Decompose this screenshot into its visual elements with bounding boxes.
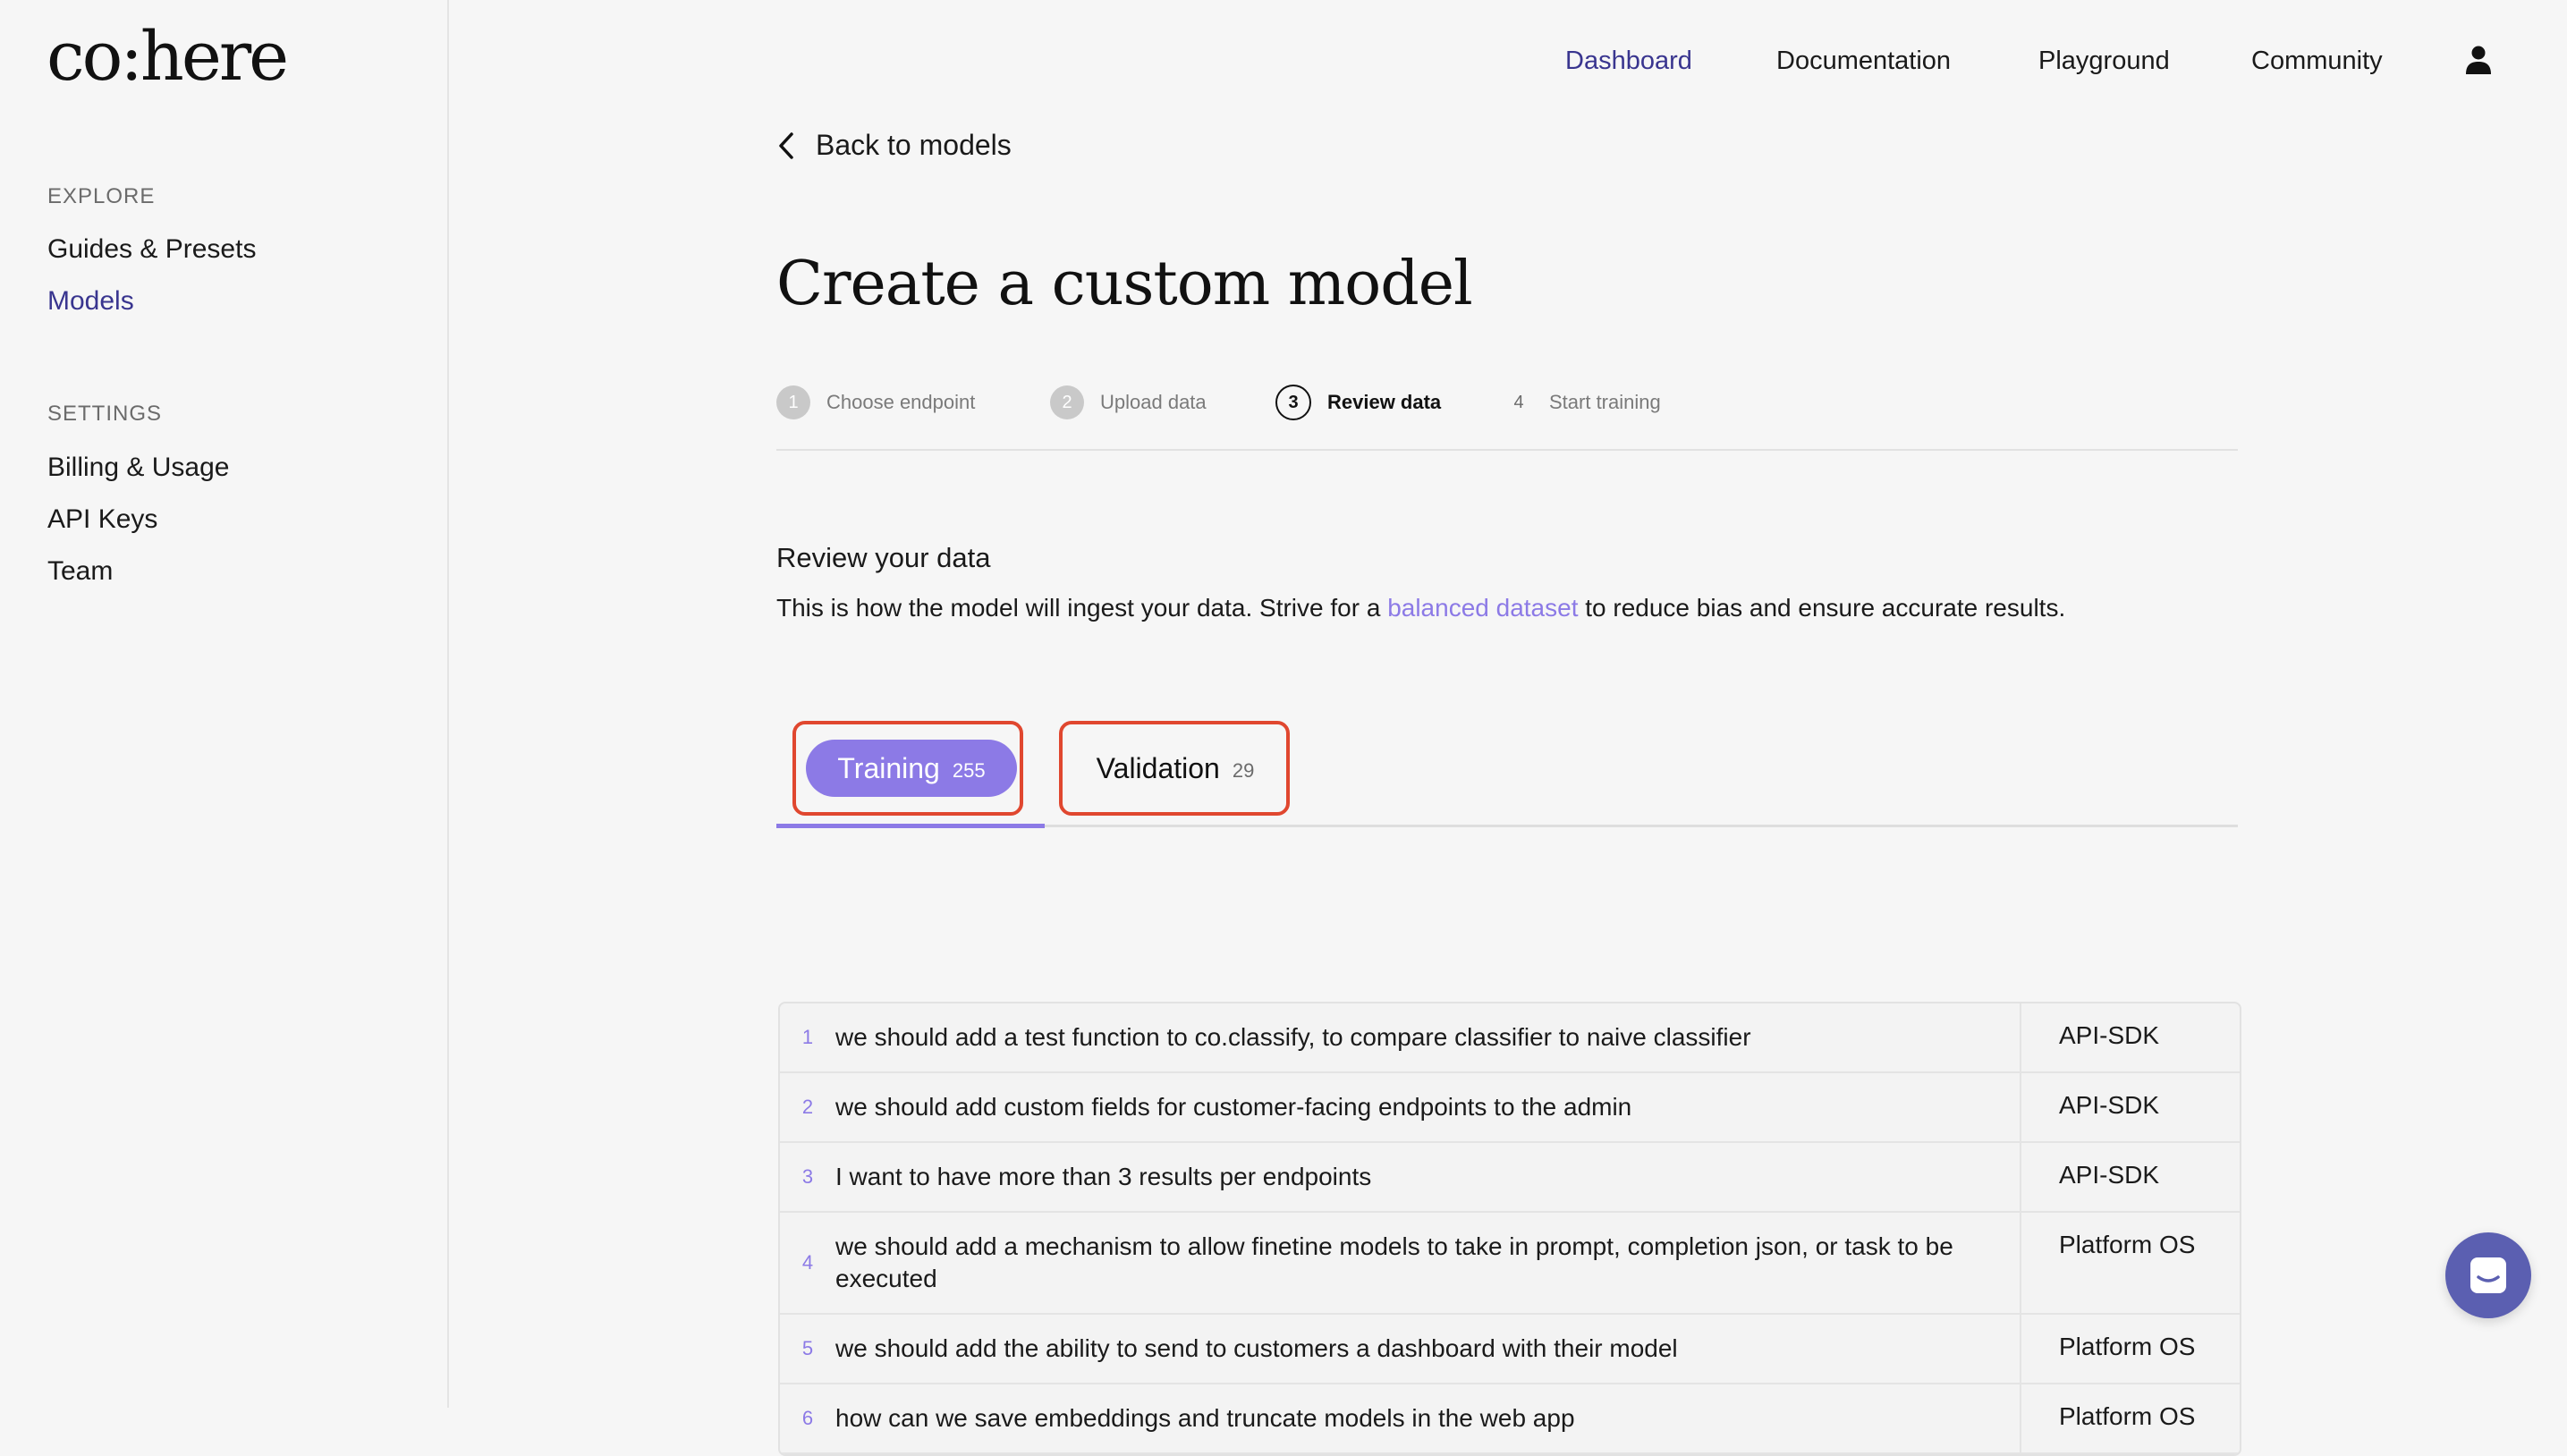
review-title: Review your data — [776, 542, 991, 573]
tab-validation-count: 29 — [1232, 759, 1255, 782]
row-text: I want to have more than 3 results per e… — [835, 1143, 2021, 1211]
stepper-divider — [776, 449, 2238, 451]
table-row[interactable]: 5 we should add the ability to send to c… — [780, 1315, 2240, 1384]
table-row[interactable]: 1 we should add a test function to co.cl… — [780, 1003, 2240, 1073]
sidebar-heading-explore: EXPLORE — [47, 184, 156, 208]
step-start-training: 4 Start training — [1508, 383, 1661, 422]
row-index: 2 — [801, 1096, 814, 1118]
nav-documentation[interactable]: Documentation — [1776, 47, 1951, 76]
row-label: Platform OS — [2059, 1231, 2196, 1258]
back-to-models-link[interactable]: Back to models — [776, 129, 1012, 162]
chat-icon — [2470, 1257, 2506, 1293]
tab-training-count: 255 — [952, 759, 986, 782]
nav-playground[interactable]: Playground — [2038, 47, 2170, 76]
row-text: we should add a mechanism to allow finet… — [835, 1213, 2021, 1313]
sidebar-item-guides-presets[interactable]: Guides & Presets — [47, 234, 256, 265]
table-row[interactable]: 6 how can we save embeddings and truncat… — [780, 1384, 2240, 1454]
table-row[interactable]: 3 I want to have more than 3 results per… — [780, 1143, 2240, 1213]
tab-validation[interactable]: Validation 29 — [1070, 740, 1281, 797]
review-desc-after: to reduce bias and ensure accurate resul… — [1578, 594, 2066, 622]
step-label: Review data — [1327, 391, 1442, 413]
page-title: Create a custom model — [776, 249, 1473, 319]
review-description: This is how the model will ingest your d… — [776, 594, 2065, 622]
sidebar-item-billing-usage[interactable]: Billing & Usage — [47, 453, 229, 483]
step-label: Choose endpoint — [826, 391, 976, 413]
review-desc-before: This is how the model will ingest your d… — [776, 594, 1388, 622]
chevron-left-icon — [779, 131, 793, 159]
step-number: 4 — [1513, 392, 1524, 412]
row-text: we should add the ability to send to cus… — [835, 1315, 2021, 1383]
nav-community[interactable]: Community — [2251, 47, 2383, 76]
row-label: API-SDK — [2059, 1091, 2160, 1119]
row-label: API-SDK — [2059, 1021, 2160, 1049]
user-icon[interactable] — [2464, 45, 2493, 75]
row-index: 6 — [801, 1407, 814, 1429]
step-label: Upload data — [1100, 391, 1207, 413]
row-text: we should add a test function to co.clas… — [835, 1003, 2021, 1071]
cohere-logo[interactable]: co:here — [47, 16, 289, 96]
tab-training-label: Training — [837, 751, 940, 784]
step-choose-endpoint: 1 Choose endpoint — [776, 383, 975, 422]
step-review-data: 3 Review data — [1275, 383, 1441, 422]
row-text: how can we save embeddings and truncate … — [835, 1384, 2021, 1452]
sidebar-item-api-keys[interactable]: API Keys — [47, 504, 157, 535]
sidebar: co:here EXPLORE Guides & Presets Models … — [0, 0, 449, 1408]
sidebar-item-models[interactable]: Models — [47, 286, 134, 317]
balanced-dataset-link[interactable]: balanced dataset — [1387, 594, 1578, 622]
sidebar-item-team[interactable]: Team — [47, 556, 113, 587]
row-label: API-SDK — [2059, 1161, 2160, 1189]
row-label: Platform OS — [2059, 1402, 2196, 1430]
row-index: 3 — [801, 1165, 814, 1188]
step-number: 1 — [776, 385, 810, 419]
chat-launcher-button[interactable] — [2445, 1232, 2531, 1318]
step-number: 2 — [1050, 385, 1084, 419]
tab-training[interactable]: Training 255 — [806, 740, 1017, 797]
row-label: Platform OS — [2059, 1333, 2196, 1360]
step-upload-data: 2 Upload data — [1050, 383, 1207, 422]
nav-dashboard[interactable]: Dashboard — [1565, 47, 1692, 76]
table-row[interactable]: 2 we should add custom fields for custom… — [780, 1073, 2240, 1143]
step-number: 3 — [1275, 385, 1311, 420]
row-text: we should add custom fields for customer… — [835, 1073, 2021, 1141]
table-row[interactable]: 4 we should add a mechanism to allow fin… — [780, 1213, 2240, 1315]
tab-validation-label: Validation — [1096, 751, 1220, 784]
sidebar-heading-settings: SETTINGS — [47, 402, 163, 426]
step-label: Start training — [1549, 391, 1661, 413]
row-index: 5 — [801, 1337, 814, 1359]
active-tab-indicator — [776, 824, 1045, 828]
training-data-table: 1 we should add a test function to co.cl… — [778, 1002, 2241, 1456]
row-index: 4 — [801, 1251, 814, 1274]
back-link-label: Back to models — [816, 129, 1012, 161]
row-index: 1 — [801, 1026, 814, 1048]
